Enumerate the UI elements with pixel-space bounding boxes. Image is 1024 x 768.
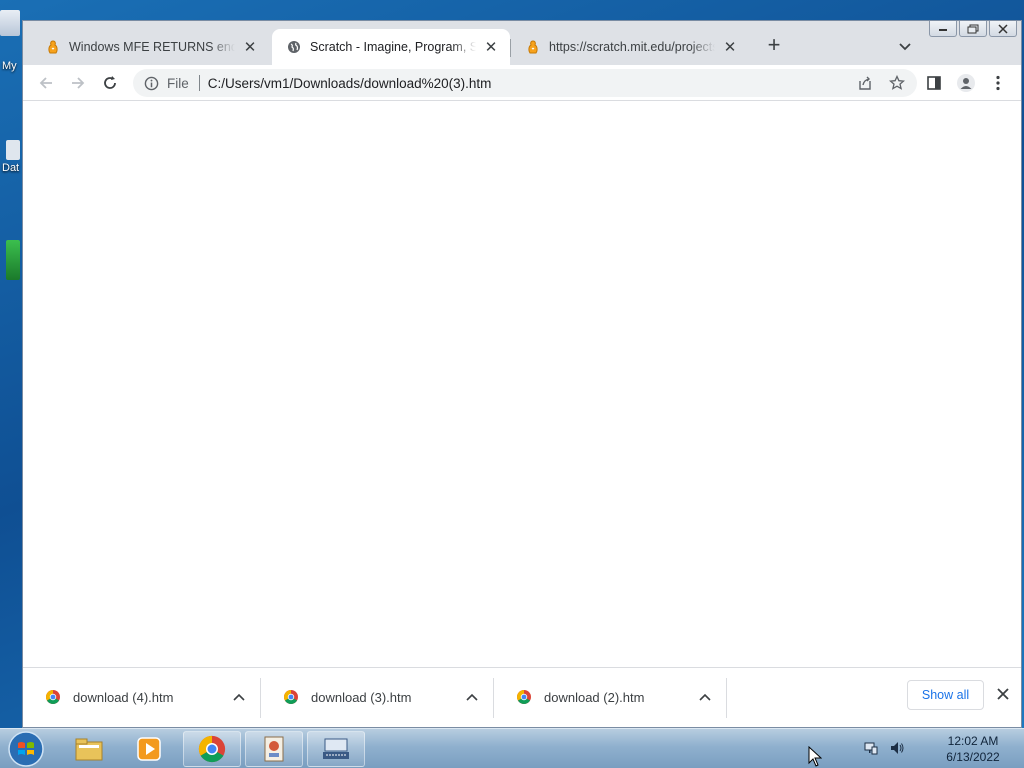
side-panel-icon <box>927 76 941 90</box>
chevron-up-icon[interactable] <box>460 685 484 709</box>
download-item[interactable]: download (2).htm <box>494 676 727 718</box>
profile-button[interactable] <box>953 70 979 96</box>
back-button[interactable] <box>33 70 59 96</box>
desktop-icon-my-computer[interactable]: My <box>0 10 22 72</box>
browser-window: Windows MFE RETURNS ending ✕ Scratch - I… <box>22 20 1022 728</box>
network-icon[interactable] <box>862 739 880 757</box>
arrow-left-icon <box>39 77 52 89</box>
info-icon[interactable] <box>143 75 159 91</box>
download-filename: download (3).htm <box>311 689 412 705</box>
tab-windows-mfe[interactable]: Windows MFE RETURNS ending ✕ <box>31 29 269 65</box>
desktop-icon-app[interactable] <box>0 240 22 280</box>
avatar-icon <box>957 74 975 92</box>
mouse-cursor-icon <box>808 746 822 767</box>
tab-scratch-home[interactable]: Scratch - Imagine, Program, Share ✕ <box>272 29 510 65</box>
scheme-label: File <box>167 75 189 91</box>
browser-toolbar: File C:/Users/vm1/Downloads/download%20(… <box>23 65 1021 101</box>
taskbar-app-button[interactable] <box>245 731 303 767</box>
share-icon[interactable] <box>855 73 875 93</box>
reload-button[interactable] <box>97 70 123 96</box>
on-screen-keyboard-icon <box>323 738 349 759</box>
taskbar-explorer-button[interactable] <box>60 731 118 767</box>
taskbar-clock[interactable]: 12:02 AM 6/13/2022 <box>930 733 1016 765</box>
scratch-cat-icon <box>525 39 541 55</box>
clock-date: 6/13/2022 <box>946 750 1000 764</box>
menu-button[interactable] <box>985 70 1011 96</box>
close-tab-icon[interactable]: ✕ <box>482 38 500 56</box>
show-all-downloads-button[interactable]: Show all <box>907 680 984 710</box>
download-item[interactable]: download (3).htm <box>261 676 494 718</box>
minimize-button[interactable] <box>929 21 957 37</box>
tab-title: Windows MFE RETURNS ending <box>69 40 235 54</box>
tab-scratch-project[interactable]: https://scratch.mit.edu/projects/ ✕ <box>511 29 749 65</box>
volume-icon[interactable] <box>888 739 906 757</box>
download-filename: download (2).htm <box>544 689 645 705</box>
window-controls <box>929 21 1017 37</box>
taskbar-keyboard-button[interactable] <box>307 731 365 767</box>
download-filename: download (4).htm <box>73 689 174 705</box>
arrow-right-icon <box>72 77 85 89</box>
side-panel-button[interactable] <box>921 70 947 96</box>
close-icon <box>997 688 1009 700</box>
globe-icon <box>286 39 302 55</box>
desktop-icon-data[interactable]: Dat <box>0 140 22 174</box>
address-bar[interactable]: File C:/Users/vm1/Downloads/download%20(… <box>133 69 917 97</box>
chevron-up-icon[interactable] <box>693 685 717 709</box>
document-icon <box>6 140 20 160</box>
desktop-icon-label: My <box>2 60 17 72</box>
desktop-icon-label: Dat <box>2 162 20 174</box>
taskbar-media-player-button[interactable] <box>120 731 178 767</box>
chrome-icon <box>284 690 298 704</box>
chevron-down-icon <box>899 43 911 51</box>
taskbar: 12:02 AM 6/13/2022 <box>0 728 1024 768</box>
chrome-icon <box>198 735 226 763</box>
tab-search-button[interactable] <box>893 35 917 59</box>
bookmark-star-icon[interactable] <box>887 73 907 93</box>
more-vert-icon <box>996 75 1000 91</box>
close-download-shelf-button[interactable] <box>991 682 1015 706</box>
windows-explorer-icon <box>75 738 103 761</box>
new-tab-button[interactable]: + <box>761 33 787 59</box>
media-player-icon <box>137 737 161 761</box>
restore-icon <box>967 24 979 33</box>
close-window-button[interactable] <box>989 21 1017 37</box>
chrome-icon <box>517 690 531 704</box>
address-divider <box>198 75 200 91</box>
app-icon <box>6 240 20 280</box>
windows-logo-icon <box>8 731 44 767</box>
chevron-up-icon[interactable] <box>227 685 251 709</box>
download-shelf: download (4).htm download (3).htm downlo… <box>23 667 1021 727</box>
tab-title: Scratch - Imagine, Program, Share <box>310 40 476 54</box>
close-icon <box>998 23 1008 34</box>
taskbar-chrome-button[interactable] <box>183 731 241 767</box>
chrome-icon <box>46 690 60 704</box>
tab-strip: Windows MFE RETURNS ending ✕ Scratch - I… <box>23 21 1021 65</box>
close-tab-icon[interactable]: ✕ <box>721 38 739 56</box>
minimize-icon <box>939 28 947 31</box>
computer-icon <box>0 10 20 36</box>
close-tab-icon[interactable]: ✕ <box>241 38 259 56</box>
download-item[interactable]: download (4).htm <box>23 676 261 718</box>
forward-button[interactable] <box>65 70 91 96</box>
maximize-button[interactable] <box>959 21 987 37</box>
start-button[interactable] <box>6 730 46 768</box>
app-icon <box>264 736 284 762</box>
tab-title: https://scratch.mit.edu/projects/ <box>549 40 715 54</box>
system-tray <box>862 739 906 757</box>
scratch-cat-icon <box>45 39 61 55</box>
clock-time: 12:02 AM <box>947 734 999 748</box>
url-text[interactable]: C:/Users/vm1/Downloads/download%20(3).ht… <box>208 76 492 91</box>
reload-icon <box>104 76 116 89</box>
page-content <box>23 101 1021 667</box>
